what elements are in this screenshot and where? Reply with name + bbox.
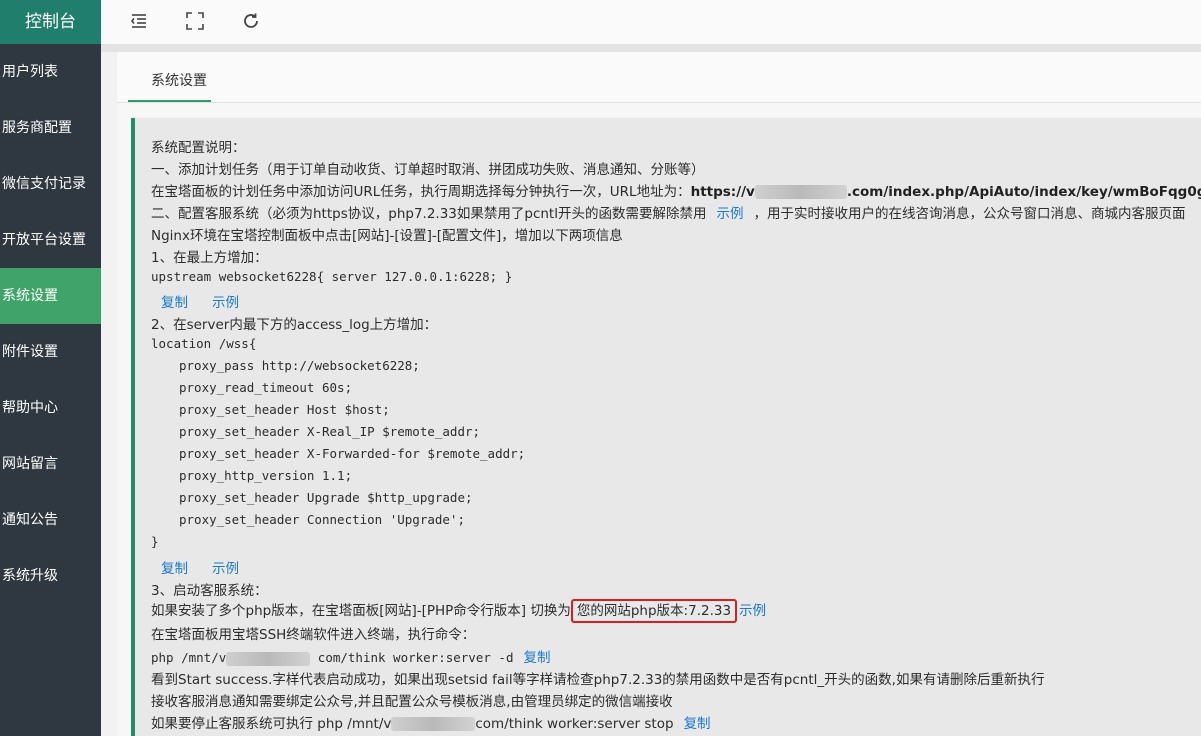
section-2-text: 二、配置客服系统（必须为https协议，php7.2.33如果禁用了pcntl开… [151, 206, 707, 222]
nginx-instruction: Nginx环境在宝塔控制面板中点击[网站]-[设置]-[配置文件]，增加以下两项… [151, 228, 623, 244]
notification-note: 接收客服消息通知需要绑定公众号,并且配置公众号模板消息,由管理员绑定的微信端接收 [151, 694, 673, 710]
copy-location-button[interactable]: 复制 [161, 561, 188, 577]
start-command-suffix: com/think worker:server -d [317, 650, 514, 665]
location-actions: 复制 示例 [161, 557, 239, 577]
start-command-prefix: php /mnt/v [151, 650, 227, 665]
redacted-path [226, 651, 311, 666]
stop-instruction-text: 如果要停止客服系统可执行 php /mnt/v [151, 716, 392, 732]
brand-title[interactable]: 控制台 [0, 0, 101, 44]
top-toolbar [101, 0, 1201, 45]
redacted-domain [754, 185, 847, 199]
sidebar-item-announcements[interactable]: 通知公告 [0, 492, 101, 548]
code-line: proxy_set_header Connection 'Upgrade'; [179, 512, 465, 527]
start-command: php /mnt/v com/think worker:server -d 复制 [151, 646, 550, 666]
sidebar-item-site-messages[interactable]: 网站留言 [0, 436, 101, 492]
example-location-link[interactable]: 示例 [212, 561, 239, 577]
copy-start-command-button[interactable]: 复制 [523, 650, 550, 666]
sidebar-item-system-upgrade[interactable]: 系统升级 [0, 548, 101, 604]
example-upstream-link[interactable]: 示例 [212, 295, 239, 311]
upstream-actions: 复制 示例 [161, 291, 239, 311]
fullscreen-icon[interactable] [186, 12, 206, 32]
cron-instruction-text: 在宝塔面板的计划任务中添加访问URL任务，执行周期选择每分钟执行一次，URL地址… [151, 184, 691, 200]
code-line: proxy_read_timeout 60s; [179, 380, 353, 395]
refresh-icon[interactable] [242, 12, 262, 32]
step-2-title: 2、在server内最下方的access_log上方增加： [151, 317, 438, 333]
cron-url-prefix: https://v [690, 184, 755, 200]
copy-upstream-button[interactable]: 复制 [161, 295, 188, 311]
menu-indent-icon[interactable] [130, 12, 150, 32]
sidebar-item-attachment-settings[interactable]: 附件设置 [0, 324, 101, 380]
stop-instruction: 如果要停止客服系统可执行 php /mnt/v com/think worker:… [151, 712, 711, 732]
php-version-instruction: 如果安装了多个php版本，在宝塔面板[网站]-[PHP命令行版本] 切换为 您的网… [151, 599, 766, 623]
example-php-version-link[interactable]: 示例 [739, 603, 766, 619]
tab-active-indicator [128, 100, 211, 102]
ssh-instruction: 在宝塔面板用宝塔SSH终端软件进入终端，执行命令： [151, 627, 476, 643]
config-instructions-panel: 系统配置说明： 一、添加计划任务（用于订单自动收货、订单超时取消、拼团成功失败、… [131, 118, 1201, 736]
step-3-title: 3、启动客服系统： [151, 583, 268, 599]
code-line: proxy_http_version 1.1; [179, 468, 353, 483]
main-content: 系统设置 系统配置说明： 一、添加计划任务（用于订单自动收货、订单超时取消、拼团… [117, 52, 1201, 736]
tab-system-settings[interactable]: 系统设置 [134, 52, 224, 102]
redacted-path [391, 717, 476, 731]
sidebar-item-system-settings[interactable]: 系统设置 [0, 268, 101, 324]
upstream-code: upstream websocket6228{ server 127.0.0.1… [151, 269, 513, 284]
code-line: proxy_pass http://websocket6228; [179, 358, 420, 373]
intro-text: 系统配置说明： [151, 140, 246, 156]
sidebar-item-open-platform[interactable]: 开放平台设置 [0, 212, 101, 268]
section-1-title: 一、添加计划任务（用于订单自动收货、订单超时取消、拼团成功失败、消息通知、分账等… [151, 162, 705, 178]
sidebar-item-provider-config[interactable]: 服务商配置 [0, 100, 101, 156]
code-line: proxy_set_header Upgrade $http_upgrade; [179, 490, 473, 505]
start-success-note: 看到Start success.字样代表启动成功，如果出现setsid fail… [151, 672, 1045, 688]
cron-url-suffix: .com/index.php/ApiAuto/index/key/wmBoFqg… [846, 184, 1201, 200]
code-line: proxy_set_header X-Real_IP $remote_addr; [179, 424, 481, 439]
cron-instruction: 在宝塔面板的计划任务中添加访问URL任务，执行周期选择每分钟执行一次，URL地址… [151, 180, 1201, 200]
php-version-text: 如果安装了多个php版本，在宝塔面板[网站]-[PHP命令行版本] 切换为 [151, 603, 571, 619]
code-line: proxy_set_header X-Forwarded-for $remote… [179, 446, 526, 461]
php-version-highlight: 您的网站php版本:7.2.33 [570, 599, 738, 623]
sidebar: 控制台 用户列表 服务商配置 微信支付记录 开放平台设置 系统设置 附件设置 帮… [0, 0, 101, 736]
copy-stop-command-button[interactable]: 复制 [684, 716, 711, 732]
section-2-title: 二、配置客服系统（必须为https协议，php7.2.33如果禁用了pcntl开… [151, 202, 1185, 222]
example-link-pcntl[interactable]: 示例 [716, 206, 743, 222]
section-2-text-post: ，用于实时接收用户的在线咨询消息，公众号窗口消息、商城内客服页面 [753, 206, 1186, 222]
stop-command-suffix: com/think worker:server stop [475, 716, 674, 732]
code-location-close: } [151, 534, 159, 549]
toolbar-divider [101, 44, 1201, 52]
sidebar-item-wechat-pay-records[interactable]: 微信支付记录 [0, 156, 101, 212]
sidebar-item-help-center[interactable]: 帮助中心 [0, 380, 101, 436]
code-location-open: location /wss{ [151, 336, 257, 351]
code-line: proxy_set_header Host $host; [179, 402, 390, 417]
tab-bar: 系统设置 [117, 52, 1201, 103]
sidebar-item-users[interactable]: 用户列表 [0, 44, 101, 100]
step-1-title: 1、在最上方增加： [151, 250, 268, 266]
